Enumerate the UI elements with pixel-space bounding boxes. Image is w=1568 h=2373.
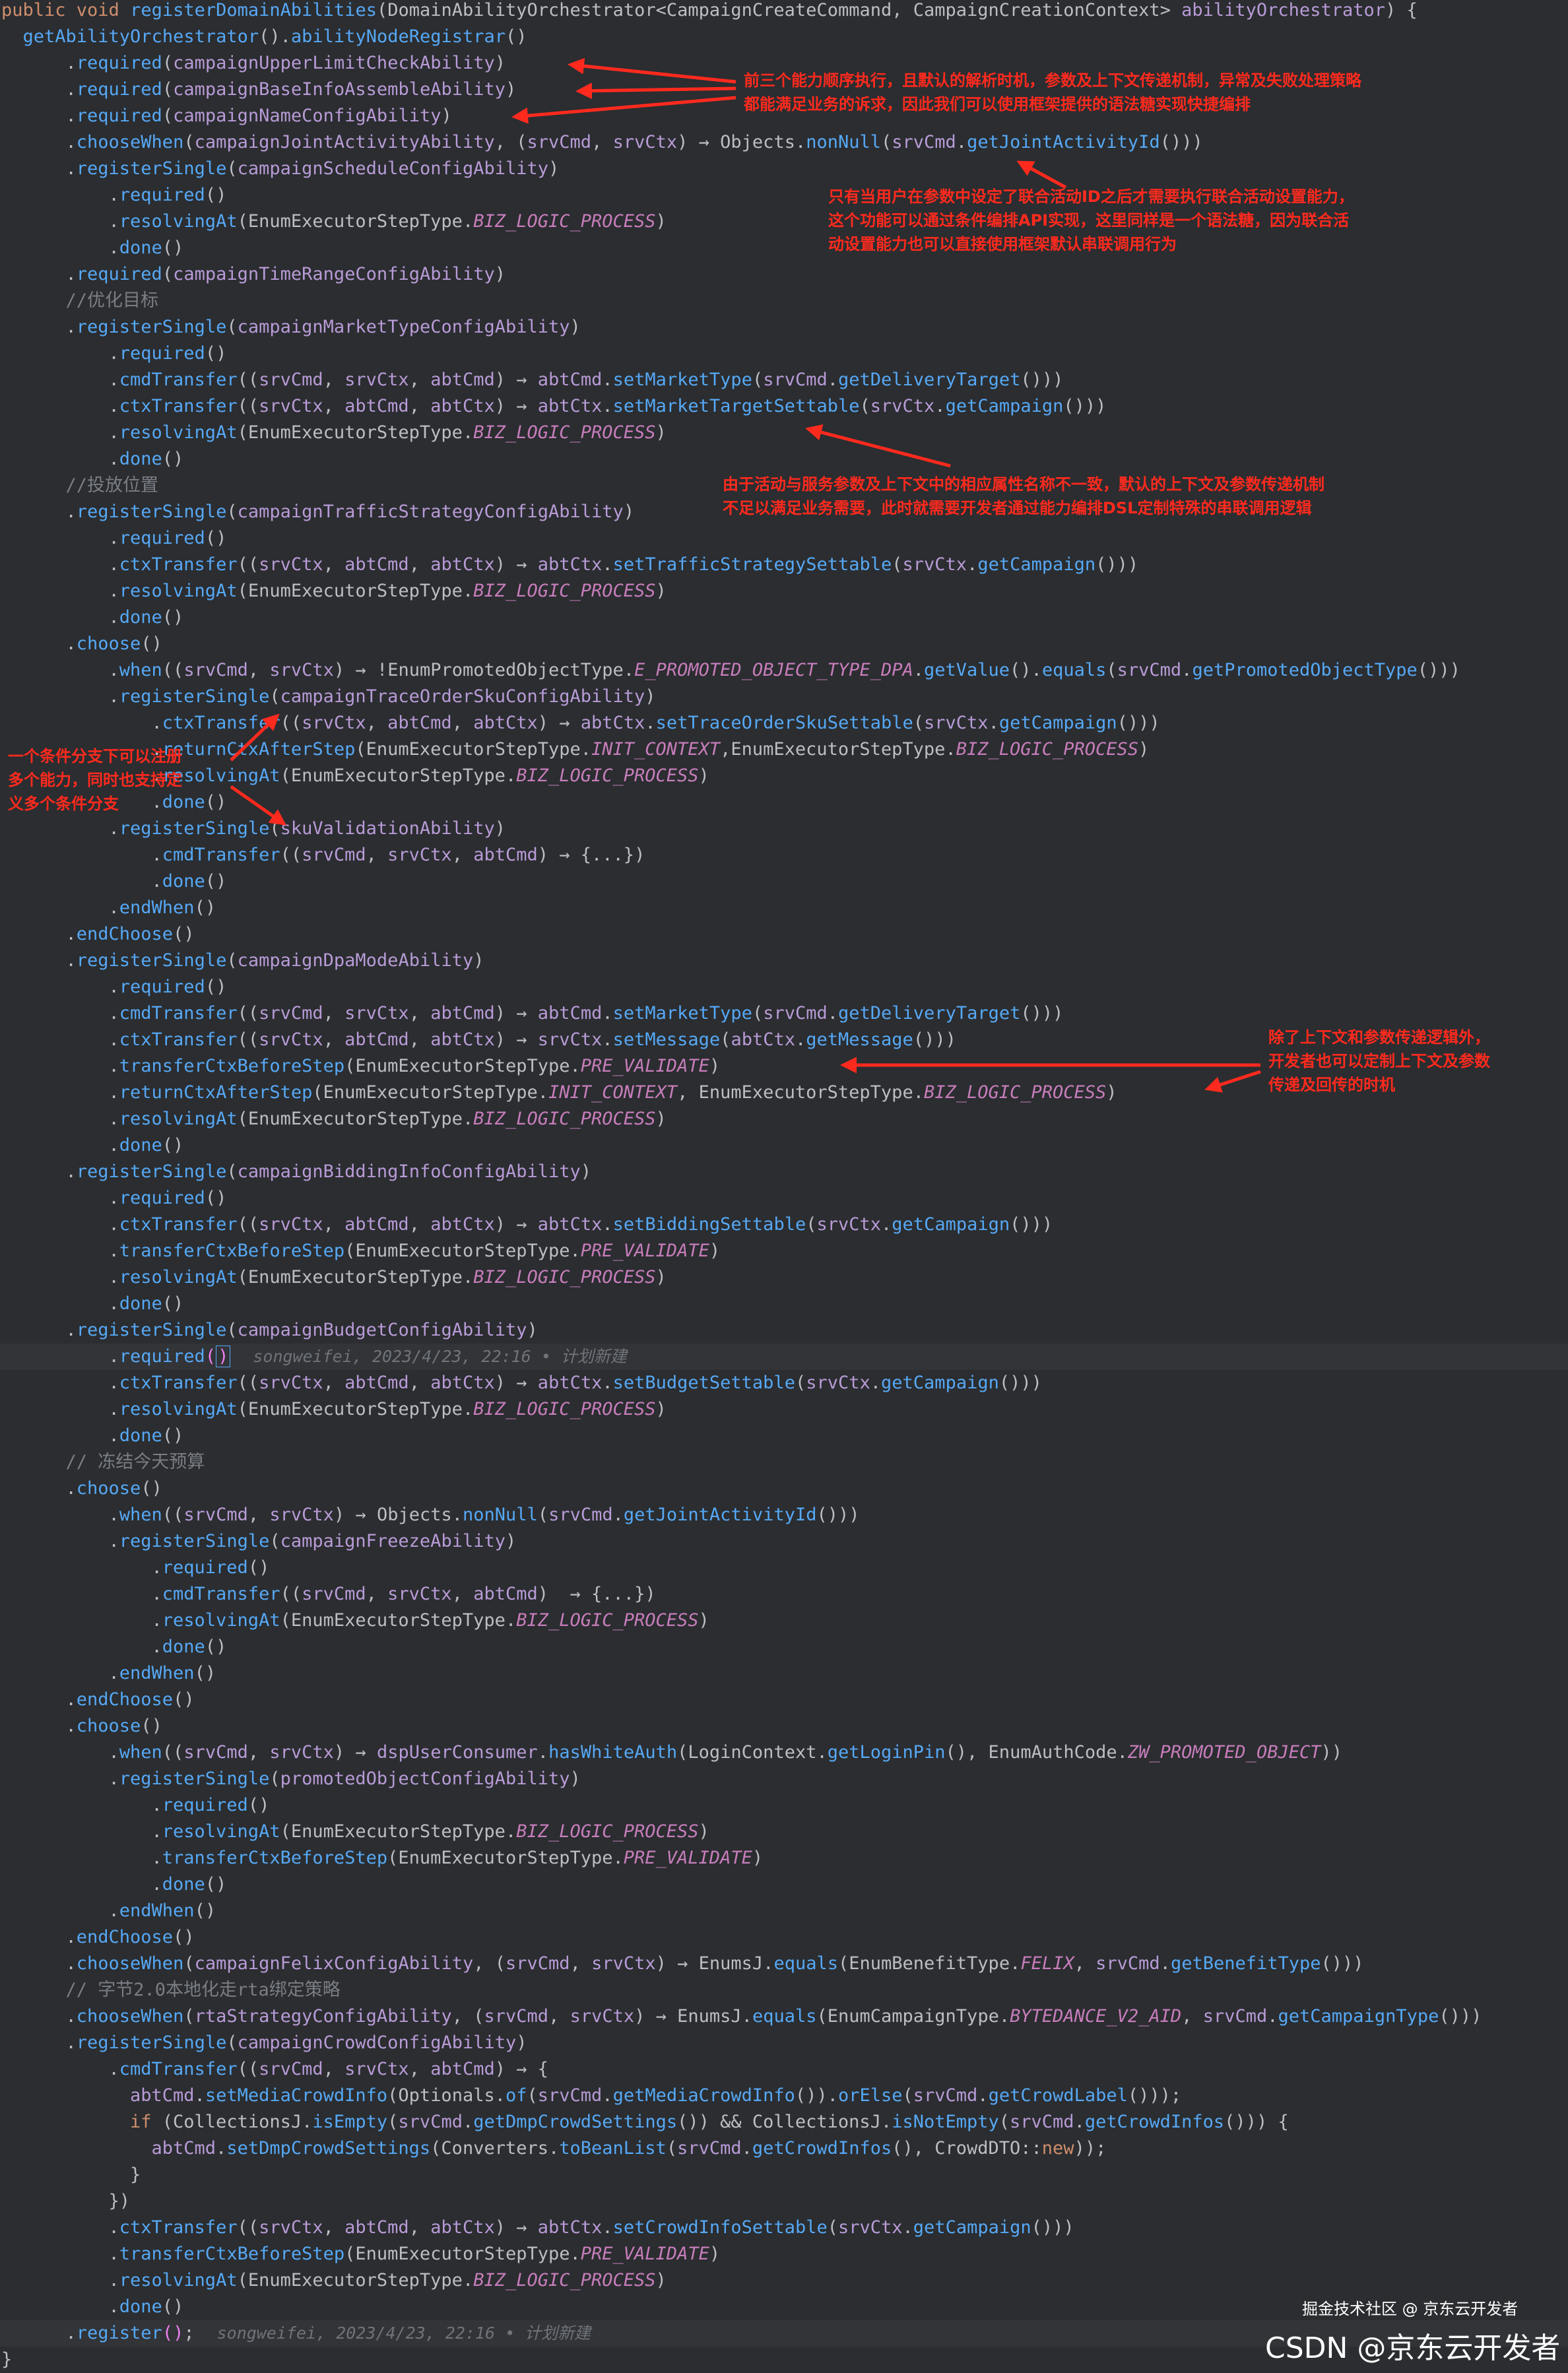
annotation-note-1: 前三个能力顺序执行，且默认的解析时机，参数及上下文传递机制，异常及失败处理策略 … <box>744 71 1361 114</box>
arrow-note4-a <box>230 713 280 762</box>
arrow-note1-c <box>511 96 736 124</box>
watermark-community: 掘金技术社区 @ 京东云开发者 <box>1302 2300 1519 2318</box>
arrow-note1-a <box>568 57 736 84</box>
annotation-arrows <box>230 57 1261 1093</box>
annotation-note-4: 一个条件分支下可以注册 多个能力，同时也支持定 义多个条件分支 <box>8 747 182 813</box>
arrow-note1-b <box>575 82 736 100</box>
annotation-note-2: 只有当用户在参数中设定了联合活动ID之后才需要执行联合活动设置能力， 这个功能可… <box>828 187 1354 253</box>
arrow-note4-b <box>230 785 287 826</box>
annotation-note-5: 除了上下文和参数传递逻辑外， 开发者也可以定制上下文及参数 传递及回传的时机 <box>1268 1028 1490 1094</box>
watermark-csdn: CSDN @京东云开发者 <box>1265 2331 1561 2365</box>
arrow-note3 <box>805 424 951 468</box>
arrow-note5-b <box>1204 1070 1261 1093</box>
arrow-note2 <box>1016 160 1067 189</box>
annotation-note-3: 由于活动与服务参数及上下文中的相应属性名称不一致，默认的上下文及参数传递机制 不… <box>723 475 1324 517</box>
